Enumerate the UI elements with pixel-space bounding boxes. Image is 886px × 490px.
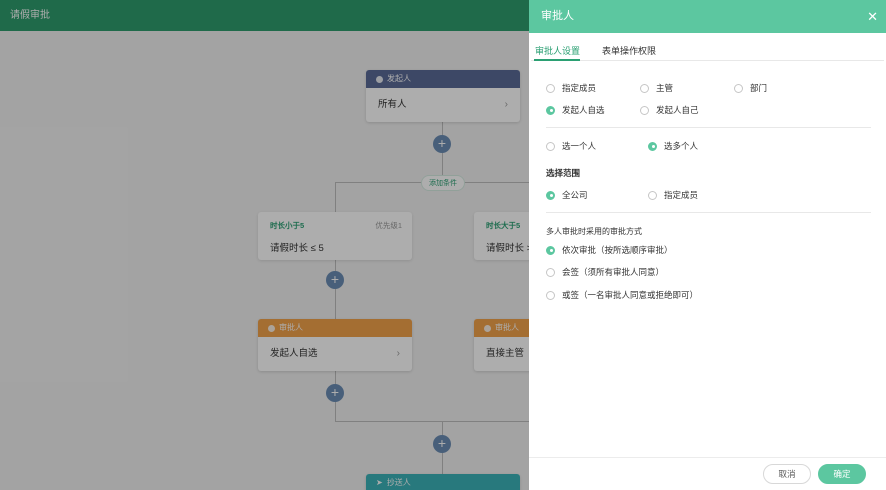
option-label: 发起人自己 [656, 105, 699, 115]
radio-circle [546, 267, 555, 277]
option-label: 选多个人 [664, 141, 699, 151]
cancel-button[interactable]: 取消 [763, 464, 811, 484]
radio-circle [734, 83, 743, 93]
radio-circle-checked [546, 245, 555, 255]
drawer-header: 审批人 ✕ [529, 0, 886, 33]
drawer-tabs: 审批人设置 表单操作权限 [531, 33, 884, 61]
radio-circle [546, 141, 555, 151]
option-label: 选一个人 [562, 141, 597, 151]
radio-range-specified-members[interactable]: 指定成员 [648, 189, 698, 201]
option-label: 部门 [750, 83, 768, 93]
option-label: 指定成员 [562, 83, 597, 93]
radio-circle [546, 290, 555, 300]
radio-department[interactable]: 部门 [734, 82, 767, 94]
option-label: 全公司 [562, 190, 588, 200]
tab-approver-settings[interactable]: 审批人设置 [535, 44, 580, 57]
radio-or-sign[interactable]: 或签（一名审批人同意或拒绝即可） [546, 289, 698, 301]
radio-countersign[interactable]: 会签（须所有审批人同意） [546, 266, 664, 278]
radio-circle [640, 105, 649, 115]
drawer-footer: 取消 确定 [529, 457, 886, 490]
divider [546, 127, 871, 128]
radio-pick-one[interactable]: 选一个人 [546, 140, 596, 152]
radio-circle [640, 83, 649, 93]
radio-circle-checked [546, 190, 555, 200]
radio-circle-checked [648, 141, 657, 151]
radio-specified-members[interactable]: 指定成员 [546, 82, 596, 94]
radio-circle [546, 83, 555, 93]
option-label: 会签（须所有审批人同意） [562, 267, 665, 277]
radio-sequential-approval[interactable]: 依次审批（按所选顺序审批） [546, 244, 673, 256]
method-title: 多人审批时采用的审批方式 [546, 227, 642, 236]
range-title: 选择范围 [546, 168, 581, 178]
option-label: 发起人自选 [562, 105, 605, 115]
option-label: 或签（一名审批人同意或拒绝即可） [562, 290, 699, 300]
option-label: 主管 [656, 83, 674, 93]
close-icon[interactable]: ✕ [867, 0, 878, 33]
active-tab-indicator [534, 59, 580, 61]
divider [546, 212, 871, 213]
radio-supervisor[interactable]: 主管 [640, 82, 673, 94]
confirm-button[interactable]: 确定 [818, 464, 866, 484]
radio-circle [648, 190, 657, 200]
tab-form-permissions[interactable]: 表单操作权限 [602, 44, 656, 57]
radio-circle-checked [546, 105, 555, 115]
radio-pick-multiple[interactable]: 选多个人 [648, 140, 698, 152]
option-label: 依次审批（按所选顺序审批） [562, 245, 673, 255]
radio-whole-company[interactable]: 全公司 [546, 189, 588, 201]
drawer-title: 审批人 [541, 10, 574, 22]
option-label: 指定成员 [664, 190, 699, 200]
radio-initiator-selects[interactable]: 发起人自选 [546, 104, 605, 116]
radio-initiator-self[interactable]: 发起人自己 [640, 104, 699, 116]
